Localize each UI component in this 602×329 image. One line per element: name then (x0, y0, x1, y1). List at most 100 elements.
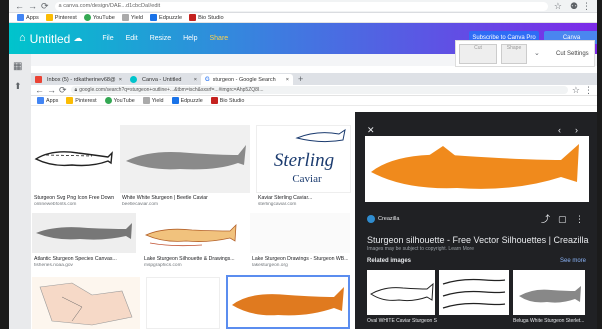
share-icon[interactable]: ⤴ (541, 215, 550, 224)
tab-canva[interactable]: Canva - Untitled × (126, 74, 201, 85)
sturgeon-outline-image (34, 151, 113, 167)
result-caption[interactable]: Kaviar Sterling Caviar... (258, 195, 350, 201)
profile-icon[interactable]: ⚉ (570, 1, 578, 11)
related-sturgeon-sketch-image (442, 278, 506, 309)
inner-tab-strip: Inbox (5) - rdkatherinev68@... × Canva -… (31, 73, 597, 85)
result-source: lakesturgeon.org (252, 263, 288, 268)
result-caption[interactable]: Lake Sturgeon Silhouette & Drawings... (144, 256, 240, 262)
lake-sturgeon-image (145, 223, 237, 247)
upload-icon[interactable]: ⬆ (14, 82, 22, 91)
screenshot-frame: ← → ⟳ a canva.com/design/DAE...d1cbcDaI/… (0, 0, 602, 329)
result-image-atlantic-sturgeon[interactable] (32, 213, 136, 253)
more-icon[interactable]: ⋮ (575, 215, 584, 224)
star-icon[interactable]: ☆ (554, 1, 562, 11)
inner-url-bar[interactable]: 🔒︎ google.com/search?q=sturgeon+outline+.… (70, 86, 568, 94)
bookmark-apps[interactable]: Apps (17, 14, 39, 21)
source-chip[interactable]: Creazilla (367, 215, 399, 223)
chevron-down-icon[interactable]: ⌄ (534, 50, 540, 57)
result-caption[interactable]: Sturgeon Svg Png Icon Free Down... (34, 195, 114, 201)
related-thumb-1[interactable] (367, 270, 435, 315)
close-icon[interactable]: × (194, 77, 197, 83)
bookmark-youtube[interactable]: YouTube (83, 14, 115, 21)
next-icon[interactable]: › (575, 126, 578, 135)
menu-resize[interactable]: Resize (150, 35, 171, 42)
menu-help[interactable]: Help (183, 35, 197, 42)
bookmark-youtube[interactable]: YouTube (104, 97, 135, 104)
menu-file[interactable]: File (102, 35, 113, 42)
menu-edit[interactable]: Edit (126, 35, 138, 42)
gmail-icon (35, 76, 42, 83)
result-source: mspgraphics.com (144, 263, 182, 268)
forward-icon[interactable]: → (28, 1, 37, 11)
apps-icon (37, 97, 44, 104)
result-image-blank[interactable] (146, 277, 220, 329)
creazilla-icon (367, 215, 375, 223)
related-caption[interactable]: Oval WHITE Caviar Sturgeon Silh... (367, 318, 437, 324)
result-caption[interactable]: White White Sturgeon | Beetle Caviar (122, 195, 248, 201)
tab-gmail[interactable]: Inbox (5) - rdkatherinev68@... × (31, 74, 126, 85)
result-image-sturgeon-outline[interactable] (32, 125, 114, 193)
home-icon[interactable]: ⌂ (19, 33, 26, 44)
kebab-icon[interactable]: ⋮ (584, 85, 593, 95)
bookmark-apps[interactable]: Apps (37, 97, 58, 104)
bookmark-pinterest[interactable]: Pinterest (66, 97, 97, 104)
tab-google-search[interactable]: G sturgeon - Google Search × (201, 74, 293, 85)
result-image-map[interactable] (32, 277, 140, 329)
google-icon: G (205, 76, 210, 83)
pinterest-icon (45, 14, 53, 21)
result-image-sterling-caviar[interactable]: Sterling Caviar (256, 125, 351, 193)
bookmark-pinterest[interactable]: Pinterest (45, 14, 77, 21)
orange-sturgeon-image (232, 287, 344, 316)
bookmark-bio-studio[interactable]: Bio Studio (189, 14, 224, 21)
preview-image[interactable] (365, 136, 589, 202)
bookmark-yield[interactable]: Yield (142, 97, 164, 104)
bookmark-edpuzzle[interactable]: Edpuzzle (171, 97, 203, 104)
shape-preview[interactable]: Shape (501, 44, 527, 64)
result-caption[interactable]: Lake Sturgeon Drawings - Sturgeon WB... (252, 256, 348, 262)
bookmark-bio-studio[interactable]: Bio Studio (210, 97, 244, 104)
kebab-icon[interactable]: ⋮ (582, 1, 591, 11)
forward-icon[interactable]: → (47, 85, 56, 95)
back-icon[interactable]: ← (35, 85, 44, 95)
back-icon[interactable]: ← (15, 1, 24, 11)
bookmark-edpuzzle[interactable]: Edpuzzle (150, 14, 182, 21)
see-more-link[interactable]: See more (560, 258, 586, 264)
result-image-white-sturgeon[interactable] (120, 125, 250, 193)
close-icon[interactable]: ✕ (367, 126, 375, 135)
star-icon[interactable]: ☆ (572, 85, 580, 95)
close-icon[interactable]: × (119, 77, 122, 83)
related-thumb-3[interactable] (513, 270, 585, 315)
preview-subtitle: Images may be subject to copyright. Lear… (367, 246, 474, 252)
reload-icon[interactable]: ⟳ (41, 1, 49, 11)
right-border (597, 0, 602, 329)
reload-icon[interactable]: ⟳ (59, 85, 67, 95)
cut-preview[interactable]: Cut (459, 44, 497, 64)
grey-sturgeon-image (126, 145, 246, 170)
prev-icon[interactable]: ‹ (558, 126, 561, 135)
bio-icon (210, 97, 218, 104)
save-icon[interactable]: ▢ (558, 215, 567, 224)
related-caption[interactable]: Beluga White Sturgeon Sterlet... (513, 318, 587, 324)
canva-icon (130, 76, 137, 83)
outer-url-bar[interactable]: a canva.com/design/DAE...d1cbcDaI/edit (54, 1, 548, 11)
preview-title[interactable]: Sturgeon silhouette - Free Vector Silhou… (367, 235, 588, 245)
page-icon (121, 14, 129, 21)
page-icon (142, 97, 150, 104)
cut-settings-link[interactable]: Cut Settings (556, 51, 589, 57)
related-thumb-2[interactable] (439, 270, 509, 315)
result-caption[interactable]: Atlantic Sturgeon Species Canvas... (34, 256, 134, 262)
menu-share[interactable]: Share (210, 35, 229, 42)
left-border (0, 0, 9, 329)
result-image-lake-sturgeon[interactable] (142, 213, 242, 253)
design-title[interactable]: Untitled (30, 32, 71, 46)
result-image-lake-sturgeon-drawing[interactable] (250, 213, 350, 253)
new-tab-icon[interactable]: + (298, 74, 303, 84)
cut-panel: Cut Shape ⌄ Cut Settings (455, 40, 595, 67)
map-image (39, 282, 133, 326)
image-preview-panel: ✕ ‹ › Creazilla ⤴ ▢ ⋮ Sturgeon silhouett… (355, 112, 597, 329)
grid-icon[interactable]: ▦ (13, 62, 22, 72)
close-icon[interactable]: × (286, 77, 289, 83)
related-heading: Related images (367, 258, 412, 264)
bookmark-yield[interactable]: Yield (121, 14, 143, 21)
result-image-orange-sturgeon[interactable] (226, 275, 350, 329)
